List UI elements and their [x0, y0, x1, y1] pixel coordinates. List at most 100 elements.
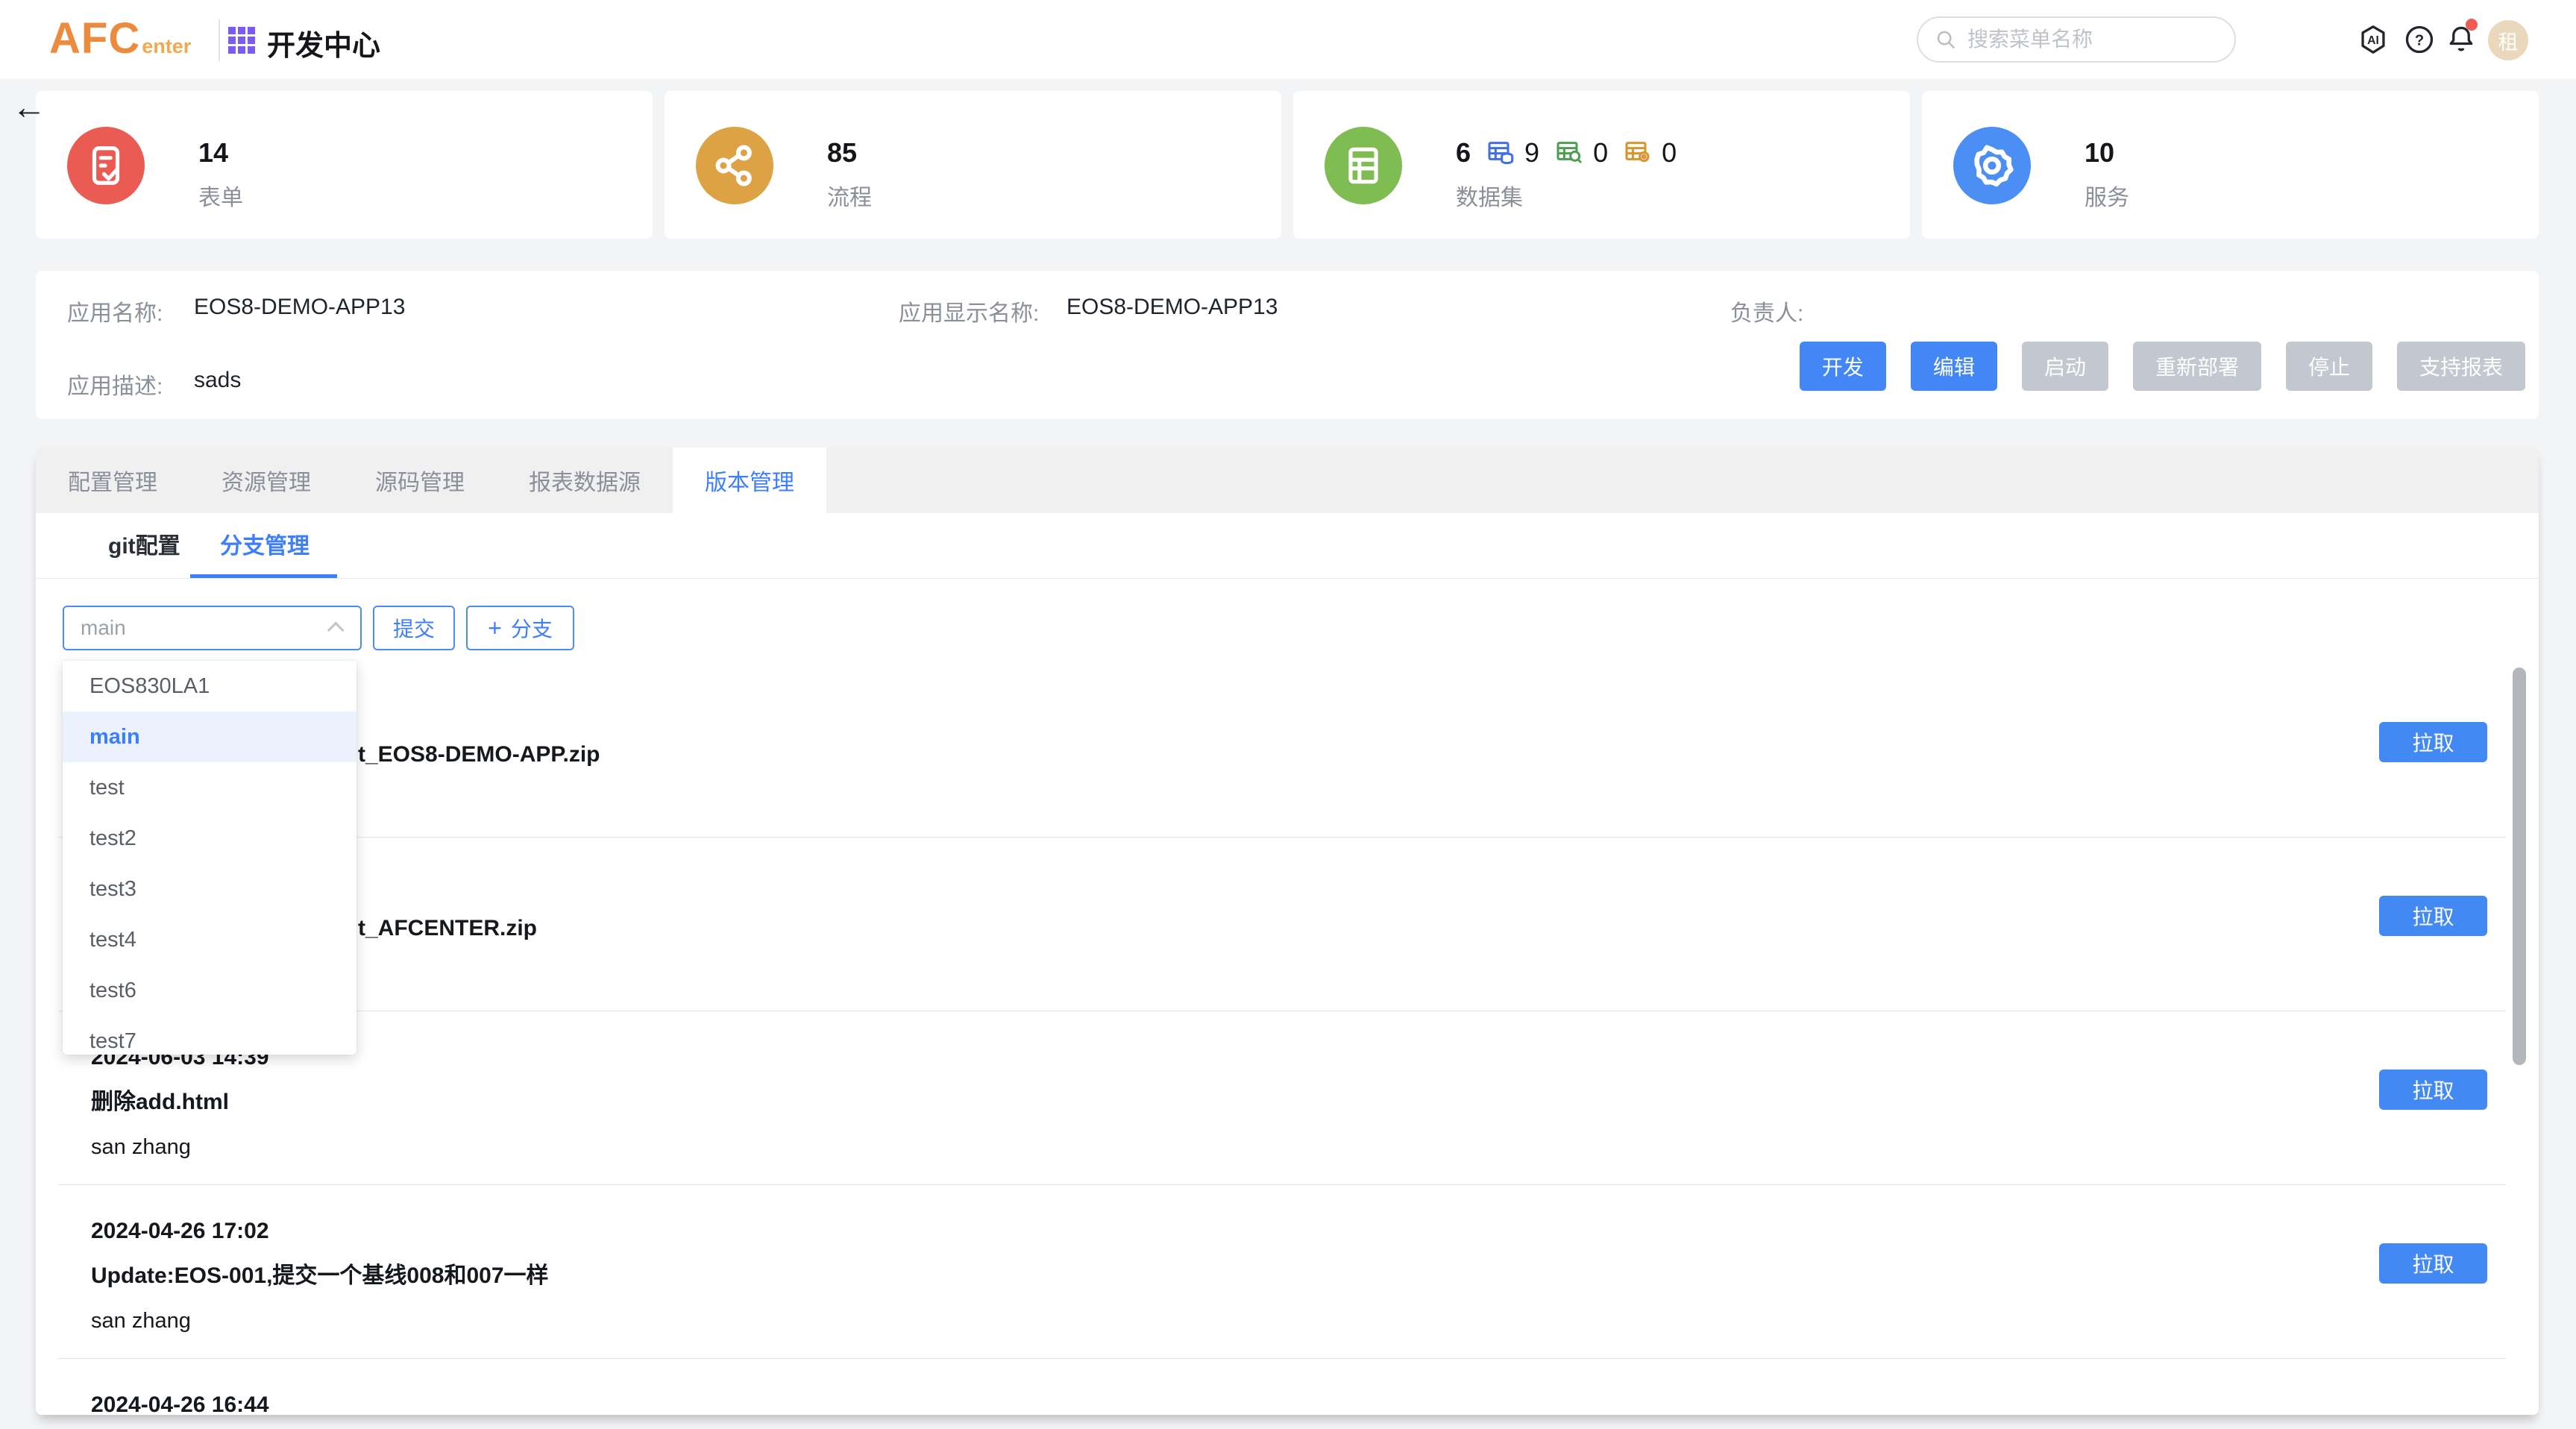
ai-assistant-icon[interactable]: AI — [2355, 22, 2391, 57]
stat-label: 表单 — [198, 179, 243, 212]
new-branch-label: 分支 — [511, 613, 553, 643]
service-gear-icon — [1953, 127, 2031, 204]
tab-source-management[interactable]: 源码管理 — [343, 447, 497, 513]
afcenter-logo[interactable]: AFC enter — [49, 13, 191, 63]
tab-config-management[interactable]: 配置管理 — [36, 447, 189, 513]
svg-text:?: ? — [2415, 33, 2424, 49]
top-header: AFC enter 开发中心 AI ? — [0, 0, 2576, 79]
branch-option[interactable]: test2 — [63, 813, 356, 864]
start-button[interactable]: 启动 — [2022, 342, 2108, 391]
commit-message: t_AFCENTER.zip — [358, 914, 537, 943]
subtab-branch-management[interactable]: 分支管理 — [220, 513, 310, 574]
commit-row: 2024-04-26 17:02 Update:EOS-001,提交一个基线00… — [36, 1185, 2539, 1359]
pull-button[interactable]: 拉取 — [2379, 1070, 2487, 1110]
flow-icon — [696, 127, 773, 204]
version-management-panel: 配置管理 资源管理 源码管理 报表数据源 版本管理 git配置 分支管理 t_E… — [36, 447, 2539, 1415]
app-display-name-label: 应用显示名称: — [899, 295, 1039, 327]
stat-card-flows: 85 流程 — [665, 91, 1281, 239]
commit-row: t_AFCENTER.zip 拉取 — [36, 838, 2539, 1011]
user-avatar[interactable]: 租 — [2488, 20, 2528, 60]
redeploy-button[interactable]: 重新部署 — [2133, 342, 2261, 391]
dataset-gear-icon — [1623, 138, 1653, 168]
commit-author: san zhang — [91, 1306, 191, 1336]
commit-row: 2024-04-26 16:44 拉取 — [36, 1359, 2539, 1415]
stop-button[interactable]: 停止 — [2286, 342, 2372, 391]
app-display-name-value: EOS8-DEMO-APP13 — [1066, 295, 1278, 320]
app-desc-value: sads — [194, 368, 241, 393]
app-name-label: 应用名称: — [67, 295, 163, 327]
commit-datetime: 2024-04-26 16:44 — [91, 1390, 269, 1415]
header-divider — [219, 19, 220, 61]
pull-button[interactable]: 拉取 — [2379, 896, 2487, 936]
dataset-search-icon — [1554, 138, 1584, 168]
branch-option-selected[interactable]: main — [63, 712, 356, 762]
commit-row: 2024-06-03 14:39 删除add.html san zhang 拉取 — [36, 1011, 2539, 1185]
help-icon[interactable]: ? — [2401, 22, 2437, 57]
dataset-db-stat: 9 — [1486, 137, 1539, 169]
app-desc-label: 应用描述: — [67, 368, 163, 401]
stat-card-services: 10 服务 — [1922, 91, 2539, 239]
branch-option[interactable]: test7 — [63, 1016, 356, 1055]
stat-value: 10 — [2085, 137, 2114, 169]
tab-resource-management[interactable]: 资源管理 — [189, 447, 343, 513]
subtab-git-config[interactable]: git配置 — [108, 513, 180, 574]
commit-datetime: 2024-04-26 17:02 — [91, 1216, 269, 1246]
stat-card-forms: 14 表单 — [36, 91, 653, 239]
app-name-value: EOS8-DEMO-APP13 — [194, 295, 405, 320]
new-branch-button[interactable]: + 分支 — [466, 606, 574, 650]
branch-option[interactable]: EOS830LA1 — [63, 661, 356, 712]
pull-button[interactable]: 拉取 — [2379, 1243, 2487, 1284]
branch-select-value: main — [81, 616, 332, 640]
stat-value: 85 — [827, 137, 857, 169]
commit-message: t_EOS8-DEMO-APP.zip — [358, 740, 600, 770]
branch-option[interactable]: test6 — [63, 965, 356, 1016]
search-icon — [1935, 28, 1957, 51]
logo-text-main: AFC — [49, 13, 140, 63]
form-icon — [67, 127, 145, 204]
tab-version-management[interactable]: 版本管理 — [673, 447, 826, 513]
commit-author: san zhang — [91, 1132, 191, 1162]
page: AFC enter 开发中心 AI ? — [0, 0, 2576, 1429]
svg-text:AI: AI — [2367, 34, 2379, 47]
branch-select[interactable]: main — [63, 606, 362, 650]
commit-row: t_EOS8-DEMO-APP.zip 拉取 — [36, 664, 2539, 838]
pull-button[interactable]: 拉取 — [2379, 722, 2487, 762]
stat-value: 6 — [1456, 137, 1471, 169]
branch-controls: main 提交 + 分支 — [36, 579, 2539, 653]
apps-grid-icon[interactable] — [228, 27, 255, 54]
notification-dot — [2466, 19, 2478, 31]
app-info-panel: 应用名称: EOS8-DEMO-APP13 应用显示名称: EOS8-DEMO-… — [36, 271, 2539, 419]
branch-dropdown: EOS830LA1 main test test2 test3 test4 te… — [63, 661, 356, 1055]
develop-button[interactable]: 开发 — [1800, 342, 1886, 391]
logo-text-sub: enter — [142, 35, 191, 58]
page-title: 开发中心 — [267, 22, 380, 63]
dataset-icon — [1325, 127, 1402, 204]
search-input[interactable] — [1967, 28, 2218, 51]
stat-card-datasets: 6 9 0 — [1293, 91, 1910, 239]
stat-label: 数据集 — [1456, 179, 1523, 212]
branch-option[interactable]: test4 — [63, 914, 356, 965]
menu-search[interactable] — [1917, 16, 2236, 63]
commit-message: Update:EOS-001,提交一个基线008和007一样 — [91, 1261, 549, 1291]
support-report-button[interactable]: 支持报表 — [2397, 342, 2525, 391]
commit-button[interactable]: 提交 — [373, 606, 455, 650]
branch-option[interactable]: test — [63, 762, 356, 813]
owner-label: 负责人: — [1730, 295, 1803, 327]
tab-report-datasource[interactable]: 报表数据源 — [497, 447, 673, 513]
dataset-gear-stat: 0 — [1623, 137, 1677, 169]
app-actions: 开发 编辑 启动 重新部署 停止 支持报表 — [1800, 342, 2525, 391]
notifications-bell-icon[interactable] — [2443, 22, 2479, 57]
dataset-db-icon — [1486, 138, 1515, 168]
stat-label: 流程 — [827, 179, 872, 212]
subtab-bar: git配置 分支管理 — [36, 513, 2539, 579]
vertical-scrollbar[interactable] — [2513, 668, 2526, 1065]
dataset-search-stat: 0 — [1554, 137, 1608, 169]
back-button[interactable]: ← — [12, 89, 46, 124]
commit-message: 删除add.html — [91, 1087, 229, 1117]
edit-button[interactable]: 编辑 — [1911, 342, 1997, 391]
plus-icon: + — [488, 615, 502, 642]
stat-label: 服务 — [2085, 179, 2129, 212]
stat-value: 14 — [198, 137, 228, 169]
branch-option[interactable]: test3 — [63, 864, 356, 914]
tab-bar: 配置管理 资源管理 源码管理 报表数据源 版本管理 — [36, 447, 2539, 513]
